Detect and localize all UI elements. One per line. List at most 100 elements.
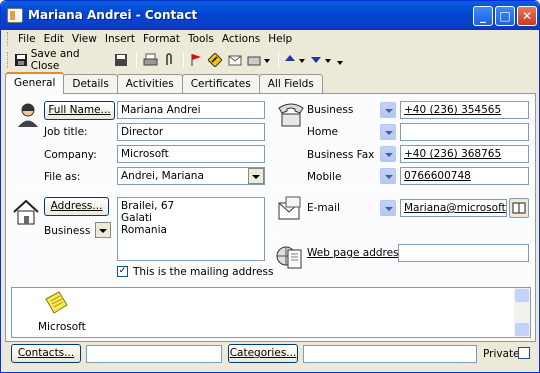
tab-certificates[interactable]: Certificates [181,74,260,94]
full-name-button[interactable]: Full Name... [44,101,115,120]
phone-type-dropdown-home[interactable] [380,124,396,140]
phone-business-input[interactable]: +40 (236) 354565 [400,101,529,119]
toolbar-separator [136,52,137,68]
mailing-address-checkbox[interactable]: ✓ [117,266,128,277]
divider [12,191,266,192]
tab-activities[interactable]: Activities [116,74,183,94]
email-type-dropdown[interactable] [380,200,396,216]
phone-type-home: Home [307,126,339,138]
next-item-button[interactable] [309,51,333,69]
sticky-note-icon [45,291,68,314]
menu-format[interactable]: Format [139,33,184,45]
email-input[interactable]: Mariana@microsoft.ro [400,199,507,217]
phone-home-input[interactable] [400,123,529,141]
categories-input[interactable] [303,345,477,363]
file-as-dropdown-arrow[interactable] [248,168,264,184]
divider [274,191,530,192]
job-title-label: Job title: [44,126,88,138]
phone-type-dropdown-fax[interactable] [380,146,396,162]
private-label: Private [483,348,520,360]
full-name-input[interactable]: Mariana Andrei [117,101,265,119]
job-title-input[interactable]: Director [117,123,265,141]
address-book-icon [512,202,526,214]
tab-strip: General Details Activities Certificates … [5,72,323,94]
tab-details[interactable]: Details [63,74,118,94]
maximize-button[interactable]: □ [495,6,515,26]
red-flag-icon [191,54,201,66]
save-and-close-button[interactable]: Save and Close [14,48,110,72]
email-label: E-mail [307,202,340,214]
file-as-select[interactable]: Andrei, Mariana [117,167,265,185]
save-as-icon [115,54,127,66]
save-as-button[interactable] [112,51,130,69]
phone-mobile-input[interactable]: 0766600748 [400,167,529,185]
company-input[interactable]: Microsoft [117,145,265,163]
arrow-down-icon [311,57,331,63]
close-button[interactable]: ✕ [517,6,537,26]
menu-grip [7,32,10,46]
menu-tools[interactable]: Tools [184,33,218,45]
menu-file[interactable]: File [14,33,40,45]
private-checkbox[interactable] [518,347,530,359]
divider [274,236,530,237]
contact-card-icon [7,8,23,23]
categories-button[interactable]: Categories... [228,344,298,363]
contacts-input[interactable] [86,345,222,363]
notes-area[interactable]: Microsoft [11,287,531,338]
address-type-label: Business [44,225,91,237]
print-button[interactable] [141,51,159,69]
toolbar-separator [183,52,184,68]
scroll-up-button[interactable] [515,289,529,302]
mailing-address-label: This is the mailing address [133,266,274,278]
toolbar-grip [7,52,10,68]
title-bar[interactable]: Mariana Andrei - Contact _ □ ✕ [1,1,539,30]
address-line-1: Brailei, 67 [121,200,175,212]
address-book-button[interactable] [509,198,529,218]
contact-window: Mariana Andrei - Contact _ □ ✕ File Edit… [0,0,540,373]
previous-item-button[interactable] [283,51,307,69]
menu-bar: File Edit View Insert Format Tools Actio… [3,30,537,48]
phone-type-dropdown-business[interactable] [380,102,396,118]
menu-insert[interactable]: Insert [101,33,139,45]
call-contact-button[interactable] [246,51,272,69]
display-map-button[interactable] [206,51,224,69]
menu-help[interactable]: Help [264,33,296,45]
notes-icon-caption: Microsoft [38,321,86,333]
contacts-button[interactable]: Contacts... [11,344,81,363]
window-title: Mariana Andrei - Contact [28,8,198,22]
attach-button[interactable] [161,51,177,69]
web-page-address-input[interactable] [398,244,529,262]
phone-fax-input[interactable]: +40 (236) 368765 [400,145,529,163]
tab-general[interactable]: General [5,72,65,94]
address-type-dropdown[interactable] [95,222,111,238]
tab-all-fields[interactable]: All Fields [258,74,323,94]
new-message-to-contact-button[interactable] [226,51,244,69]
menu-edit[interactable]: Edit [40,33,68,45]
telephone-icon [247,56,270,66]
general-tab-panel: Full Name... Mariana Andrei Job title: D… [5,93,536,342]
envelope-card-icon [228,55,242,66]
address-line-3: Romania [121,224,167,236]
phone-type-dropdown-mobile[interactable] [380,168,396,184]
floppy-disk-icon [15,54,27,66]
menu-actions[interactable]: Actions [218,33,264,45]
phone-type-business: Business [307,104,354,116]
scroll-down-button[interactable] [515,323,529,336]
notes-scrollbar[interactable] [514,288,530,337]
address-textarea[interactable]: Brailei, 67 Galati Romania [117,197,265,261]
address-button[interactable]: Address... [44,197,109,216]
standard-toolbar: Save and Close [3,48,537,72]
minimize-button[interactable]: _ [473,6,493,26]
web-page-icon [276,246,302,269]
file-as-label: File as: [44,171,81,183]
web-page-address-label: Web page address: [307,247,408,259]
web-page-address-label-text: Web page address: [307,247,408,259]
categories-button-label: Categories... [229,347,297,359]
menu-view[interactable]: View [68,33,101,45]
paperclip-icon [166,53,172,65]
full-name-button-label: Full Name... [48,104,111,116]
phone-type-business-fax: Business Fax [307,149,375,161]
follow-up-button[interactable] [188,51,204,69]
toolbar-options-button[interactable] [335,51,345,69]
arrow-up-icon [285,55,305,63]
